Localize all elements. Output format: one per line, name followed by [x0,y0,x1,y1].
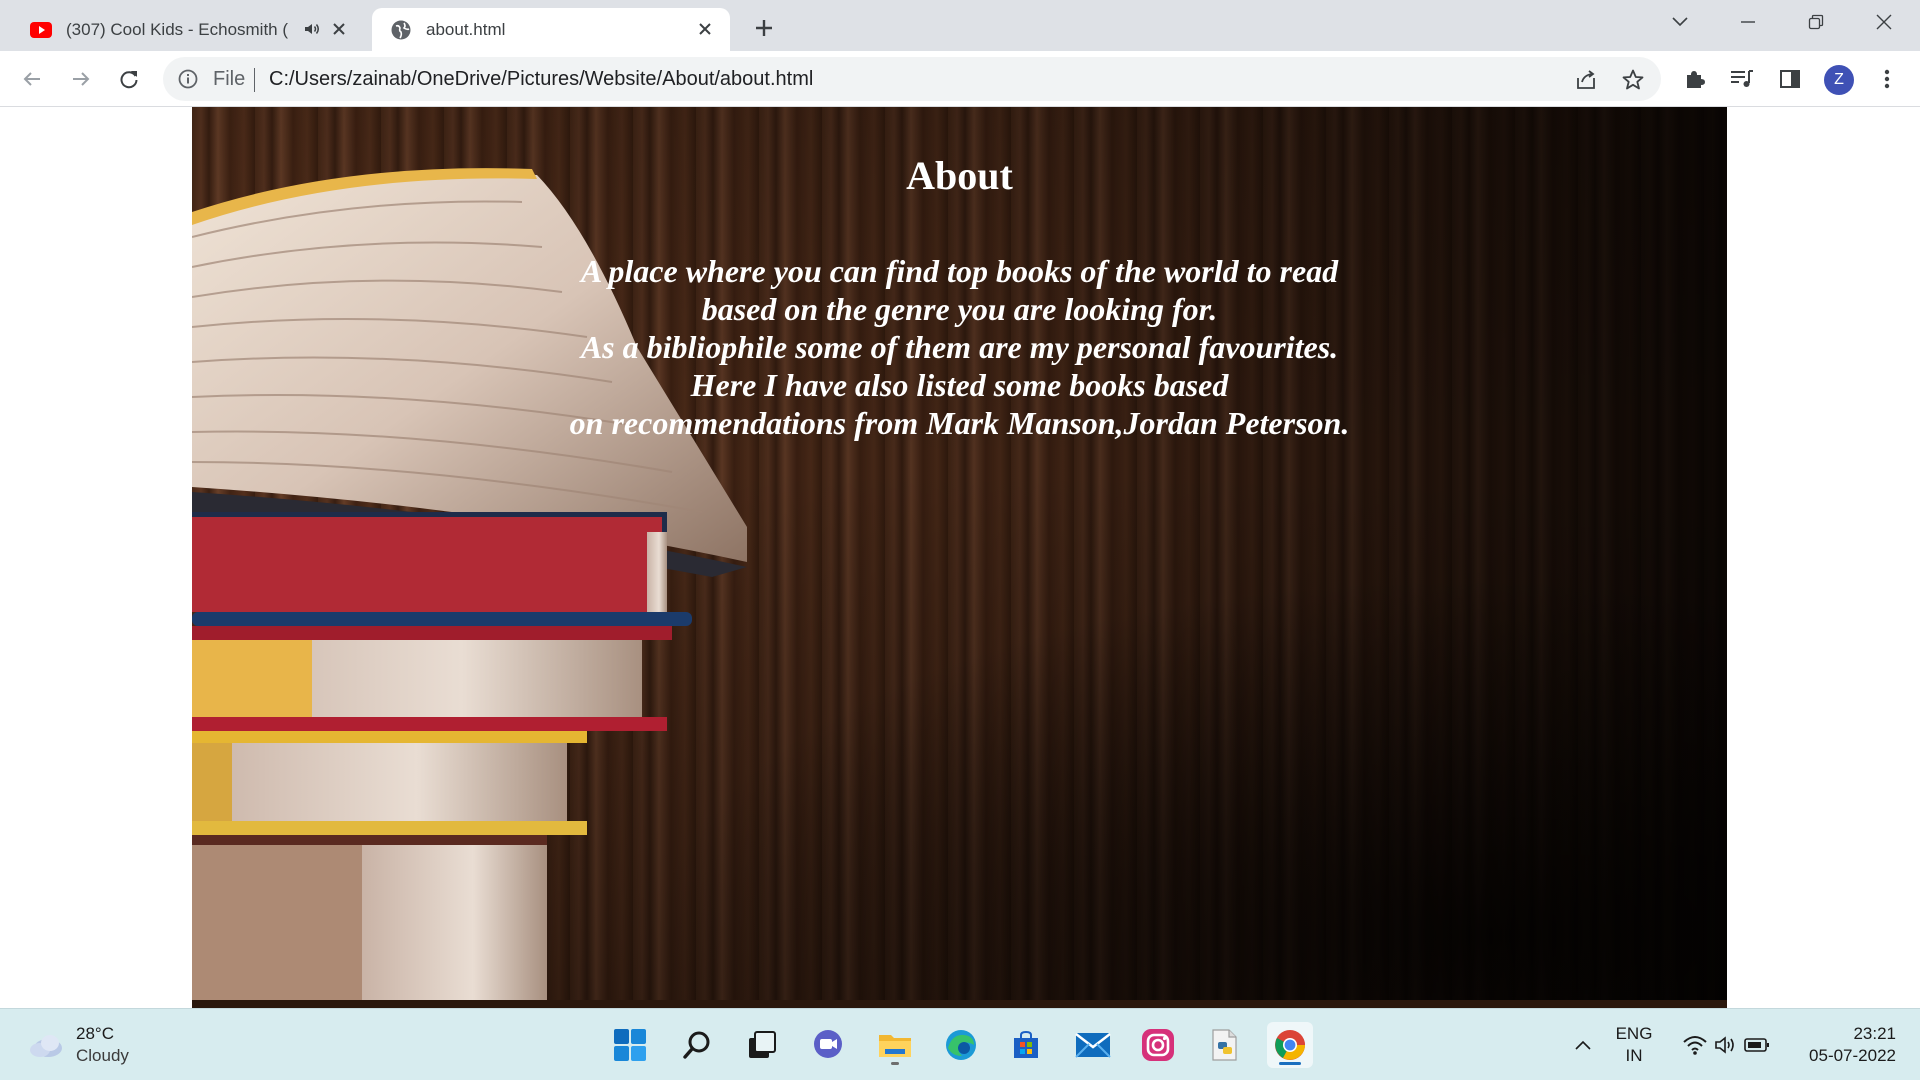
about-line: Here I have also listed some books based [690,367,1229,403]
close-icon [1876,14,1892,30]
weather-temperature: 28°C [76,1024,114,1043]
reload-icon [120,71,138,89]
omnibox-divider [254,68,255,92]
new-tab-button[interactable] [750,14,778,42]
restore-button[interactable] [1782,0,1850,44]
task-view-button[interactable] [739,1022,785,1068]
instagram-button[interactable] [1135,1022,1181,1068]
search-icon [683,1031,710,1059]
close-window-button[interactable] [1850,0,1918,44]
extensions-button[interactable] [1679,63,1711,95]
clock-date: 05-07-2022 [1809,1046,1896,1065]
info-icon[interactable] [177,68,199,90]
kebab-menu-icon [1884,69,1890,89]
page-viewport: About A place where you can find top boo… [0,107,1920,1008]
wifi-icon [1683,1036,1707,1055]
battery-icon [1744,1038,1769,1052]
windows-taskbar: 28°C Cloudy ENG IN 23:21 05-07-2022 [0,1008,1920,1080]
plus-icon [756,20,772,36]
url-text[interactable]: C:/Users/zainab/OneDrive/Pictures/Websit… [269,68,813,91]
minimize-button[interactable] [1714,0,1782,44]
about-hero-banner: About A place where you can find top boo… [192,107,1727,1008]
about-line: As a bibliophile some of them are my per… [580,329,1339,365]
edge-icon [946,1030,976,1060]
share-icon[interactable] [1573,67,1599,93]
arrow-left-icon [23,72,40,86]
address-bar[interactable]: File C:/Users/zainab/OneDrive/Pictures/W… [163,57,1661,101]
running-indicator [1279,1062,1301,1065]
media-control-button[interactable] [1726,63,1758,95]
chevron-up-icon [1575,1040,1591,1050]
forward-button[interactable] [65,63,97,95]
music-queue-icon [1731,70,1753,87]
about-paragraph: A place where you can find top books of … [192,252,1727,442]
language-indicator[interactable]: ENG IN [1608,1009,1660,1081]
arrow-right-icon [73,72,90,86]
language-code: ENG [1615,1024,1653,1043]
clock[interactable]: 23:21 05-07-2022 [1786,1009,1896,1081]
running-indicator [891,1062,899,1065]
book-stack-illustration [192,168,1727,1008]
file-explorer-icon [879,1035,911,1057]
cloud-icon [30,1035,62,1057]
puzzle-icon [1687,71,1705,88]
chat-button[interactable] [805,1022,851,1068]
audio-playing-icon[interactable] [302,19,322,39]
store-icon [1014,1030,1038,1058]
python-file-button[interactable] [1201,1022,1247,1068]
python-file-icon [1212,1029,1237,1061]
about-line: on recommendations from Mark Manson,Jord… [569,405,1350,441]
start-button[interactable] [607,1022,653,1068]
bookmark-star-icon[interactable] [1620,67,1646,93]
language-region: IN [1625,1046,1643,1065]
back-button[interactable] [16,63,48,95]
weather-condition: Cloudy [76,1046,129,1065]
tab-about[interactable]: about.html [372,8,730,51]
file-explorer-button[interactable] [872,1022,918,1068]
clock-time: 23:21 [1853,1024,1896,1043]
close-tab-icon[interactable] [694,18,716,40]
chrome-button[interactable] [1267,1022,1313,1068]
chevron-down-icon [1672,17,1688,27]
volume-icon [1715,1036,1734,1054]
tab-youtube[interactable]: (307) Cool Kids - Echosmith ( [14,8,364,51]
reload-button[interactable] [113,63,145,95]
store-button[interactable] [1003,1022,1049,1068]
about-line: A place where you can find top books of … [580,253,1339,289]
youtube-icon [30,19,52,41]
globe-icon [390,19,412,41]
profile-avatar[interactable]: Z [1824,65,1854,95]
start-icon [614,1029,646,1061]
edge-button[interactable] [938,1022,984,1068]
minimize-icon [1741,21,1755,23]
chat-icon [814,1030,842,1058]
instagram-icon [1142,1029,1174,1061]
restore-icon [1808,14,1824,30]
tab-search-button[interactable] [1646,0,1714,44]
show-hidden-icons-button[interactable] [1568,1009,1598,1081]
chrome-icon [1275,1030,1305,1060]
scheme-label: File [213,68,246,90]
close-tab-icon[interactable] [328,18,350,40]
mail-button[interactable] [1070,1022,1116,1068]
tab-strip: (307) Cool Kids - Echosmith ( about.html [0,0,1920,51]
task-view-icon [749,1031,776,1058]
side-panel-icon [1780,70,1800,88]
tab-title: about.html [426,19,506,39]
menu-button[interactable] [1871,63,1903,95]
taskbar-search-button[interactable] [674,1022,720,1068]
quick-settings-button[interactable] [1676,1009,1776,1081]
side-panel-button[interactable] [1774,63,1806,95]
browser-toolbar: File C:/Users/zainab/OneDrive/Pictures/W… [0,51,1920,107]
page-heading: About [906,153,1013,198]
about-line: based on the genre you are looking for. [701,291,1218,327]
weather-widget[interactable]: 28°C Cloudy [26,1023,129,1067]
mail-icon [1075,1033,1111,1058]
